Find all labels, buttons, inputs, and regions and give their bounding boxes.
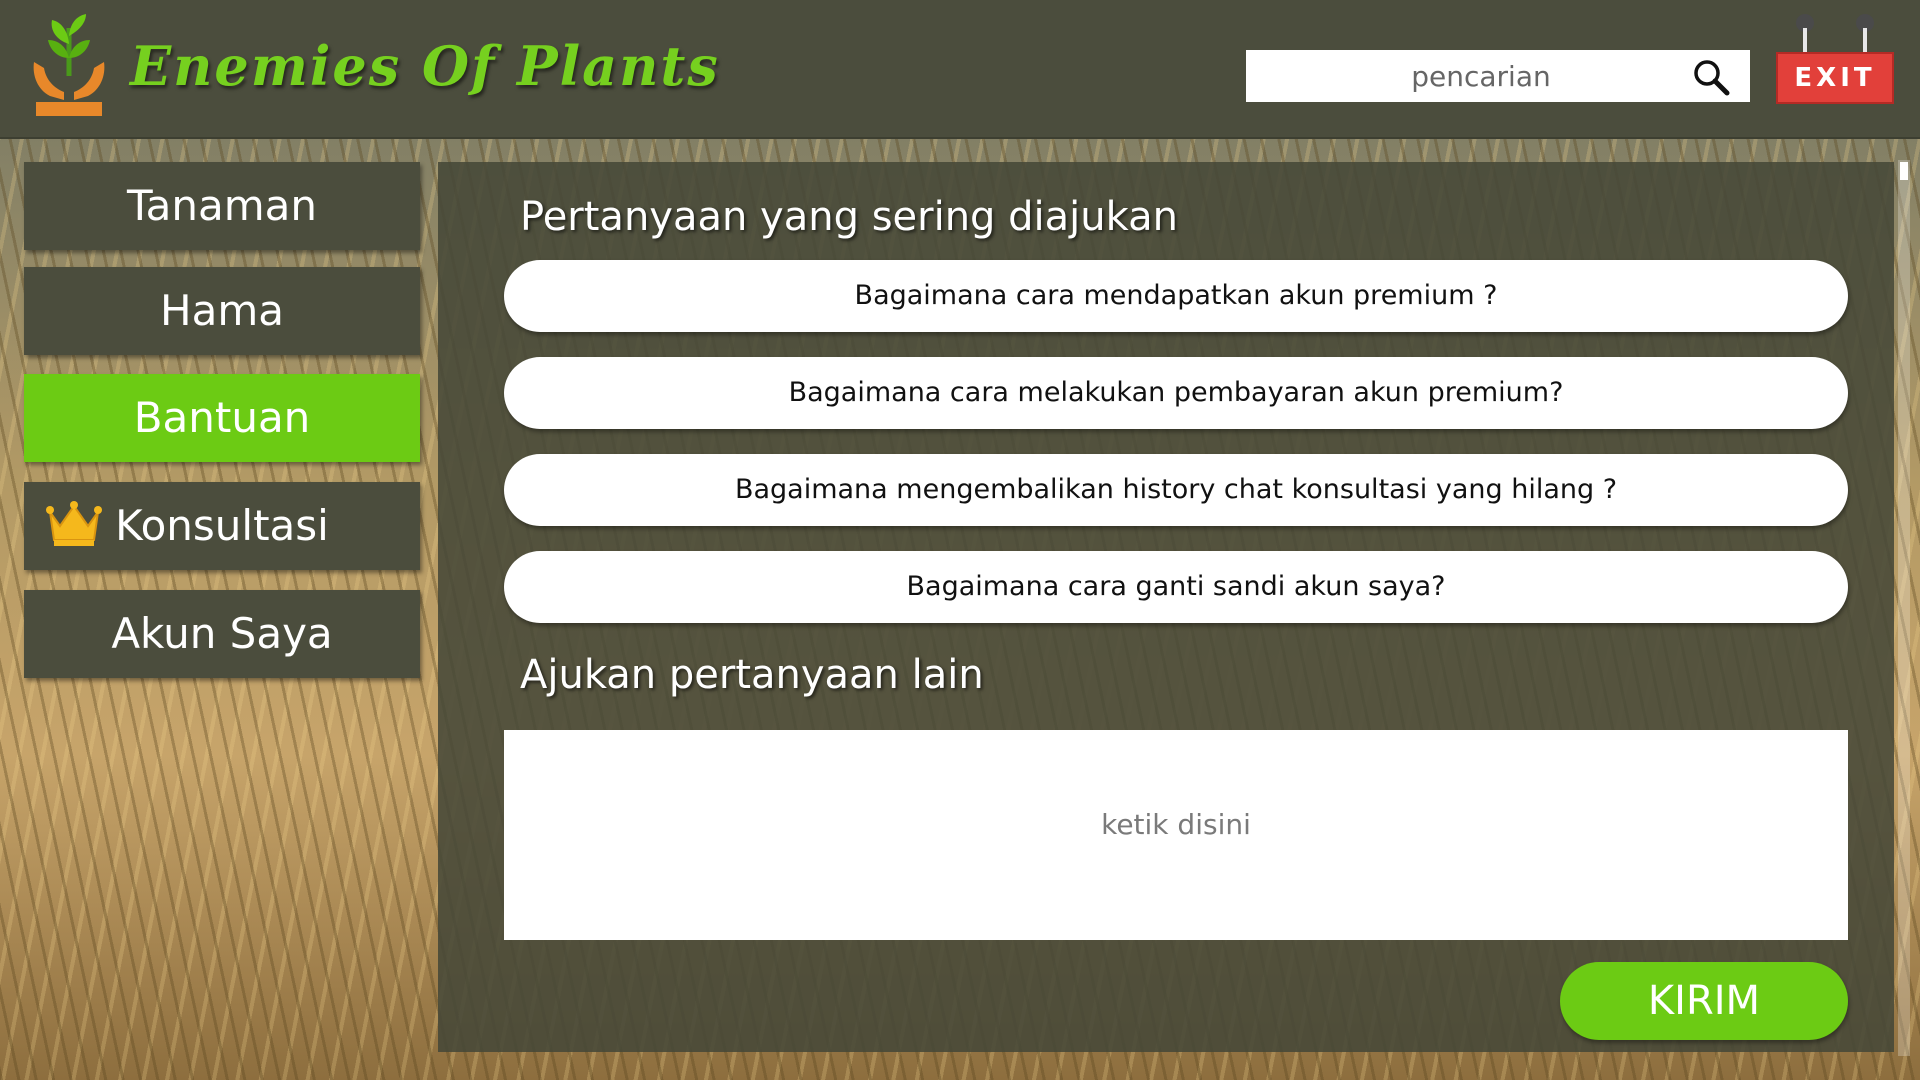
sidebar-item-label: Tanaman bbox=[126, 181, 318, 230]
sidebar-item-bantuan[interactable]: Bantuan bbox=[24, 374, 420, 462]
pin-stem bbox=[1863, 28, 1867, 54]
sidebar-item-akun-saya[interactable]: Akun Saya bbox=[24, 590, 420, 678]
crown-icon bbox=[46, 501, 102, 546]
sidebar-item-label: Konsultasi bbox=[115, 501, 329, 550]
exit-sign: EXIT bbox=[1776, 14, 1894, 104]
plant-hands-icon bbox=[33, 14, 105, 116]
faq-title: Pertanyaan yang sering diajukan bbox=[520, 194, 1178, 240]
faq-item[interactable]: Bagaimana mengembalikan history chat kon… bbox=[504, 454, 1848, 526]
faq-item[interactable]: Bagaimana cara ganti sandi akun saya? bbox=[504, 551, 1848, 623]
help-panel: Pertanyaan yang sering diajukan Bagaiman… bbox=[438, 162, 1894, 1052]
app-header: Enemies Of Plants EXIT bbox=[0, 0, 1920, 139]
faq-item[interactable]: Bagaimana cara mendapatkan akun premium … bbox=[504, 260, 1848, 332]
sidebar-item-label: Bantuan bbox=[133, 393, 311, 442]
ask-title: Ajukan pertanyaan lain bbox=[520, 652, 984, 698]
scroll-thumb[interactable] bbox=[1900, 162, 1908, 180]
sidebar-item-tanaman[interactable]: Tanaman bbox=[24, 162, 420, 250]
search-bar bbox=[1246, 50, 1750, 102]
sidebar-item-label: Akun Saya bbox=[111, 609, 333, 658]
app-title: Enemies Of Plants bbox=[130, 34, 720, 98]
scrollbar[interactable] bbox=[1898, 160, 1910, 1056]
sidebar-item-konsultasi[interactable]: Konsultasi bbox=[24, 482, 420, 570]
sidebar-item-hama[interactable]: Hama bbox=[24, 267, 420, 355]
question-input[interactable] bbox=[504, 730, 1848, 940]
search-icon[interactable] bbox=[1692, 58, 1730, 96]
faq-item[interactable]: Bagaimana cara melakukan pembayaran akun… bbox=[504, 357, 1848, 429]
send-button[interactable]: KIRIM bbox=[1560, 962, 1848, 1040]
search-input[interactable] bbox=[1246, 50, 1686, 102]
sidebar-item-label: Hama bbox=[160, 286, 284, 335]
exit-button[interactable]: EXIT bbox=[1776, 52, 1894, 104]
pin-stem bbox=[1803, 28, 1807, 54]
